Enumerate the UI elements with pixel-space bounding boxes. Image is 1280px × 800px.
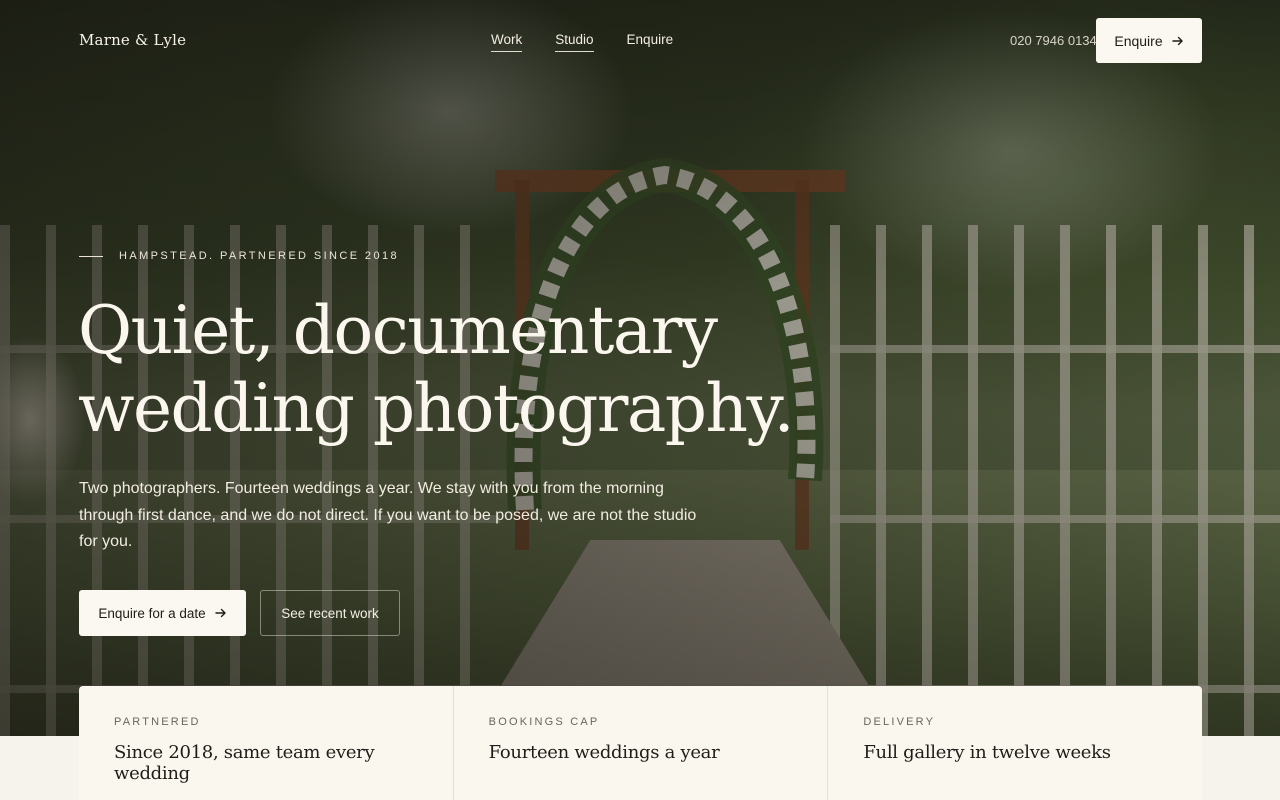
nav-item-studio[interactable]: Studio xyxy=(555,32,594,52)
phone-number[interactable]: 020 7946 0134 xyxy=(1010,33,1097,48)
stat-label: BOOKINGS CAP xyxy=(488,716,600,728)
nav-item-work[interactable]: Work xyxy=(491,32,523,52)
enquire-button-label: Enquire xyxy=(1114,32,1163,49)
stat-partnered: PARTNERED Since 2018, same team every we… xyxy=(79,686,454,800)
stat-delivery: DELIVERY Full gallery in twelve weeks xyxy=(828,686,1202,800)
see-recent-work-label: See recent work xyxy=(281,605,379,621)
arrow-right-icon xyxy=(214,607,227,619)
hero-lede: Two photographers. Fourteen weddings a y… xyxy=(79,480,697,550)
stat-label: PARTNERED xyxy=(114,716,201,728)
stats-strip: PARTNERED Since 2018, same team every we… xyxy=(79,686,1202,800)
site-header: Marne & Lyle Work Studio Enquire 020 794… xyxy=(0,0,1280,80)
stat-value: Since 2018, same team every wedding xyxy=(114,742,375,784)
main-nav: Work Studio Enquire xyxy=(491,32,673,52)
stat-label: DELIVERY xyxy=(863,716,936,728)
page-title: Quiet, documentary wedding photography. xyxy=(78,292,838,448)
logo[interactable]: Marne & Lyle xyxy=(79,31,186,49)
headline-line-1: Quiet, documentary xyxy=(78,292,718,369)
nav-item-enquire[interactable]: Enquire xyxy=(627,32,674,52)
stat-value: Fourteen weddings a year xyxy=(488,742,720,763)
enquire-for-date-label: Enquire for a date xyxy=(98,605,206,621)
arrow-right-icon xyxy=(1171,35,1184,47)
enquire-for-date-button[interactable]: Enquire for a date xyxy=(79,590,246,636)
enquire-button[interactable]: Enquire xyxy=(1096,18,1202,63)
stat-value: Full gallery in twelve weeks xyxy=(863,742,1111,763)
hero-eyebrow: HAMPSTEAD. PARTNERED SINCE 2018 xyxy=(79,250,399,262)
stat-bookings-cap: BOOKINGS CAP Fourteen weddings a year xyxy=(454,686,829,800)
headline-line-2: wedding photography. xyxy=(78,370,795,447)
eyebrow-text: HAMPSTEAD. PARTNERED SINCE 2018 xyxy=(119,250,399,262)
see-recent-work-button[interactable]: See recent work xyxy=(260,590,400,636)
eyebrow-rule xyxy=(79,255,103,257)
